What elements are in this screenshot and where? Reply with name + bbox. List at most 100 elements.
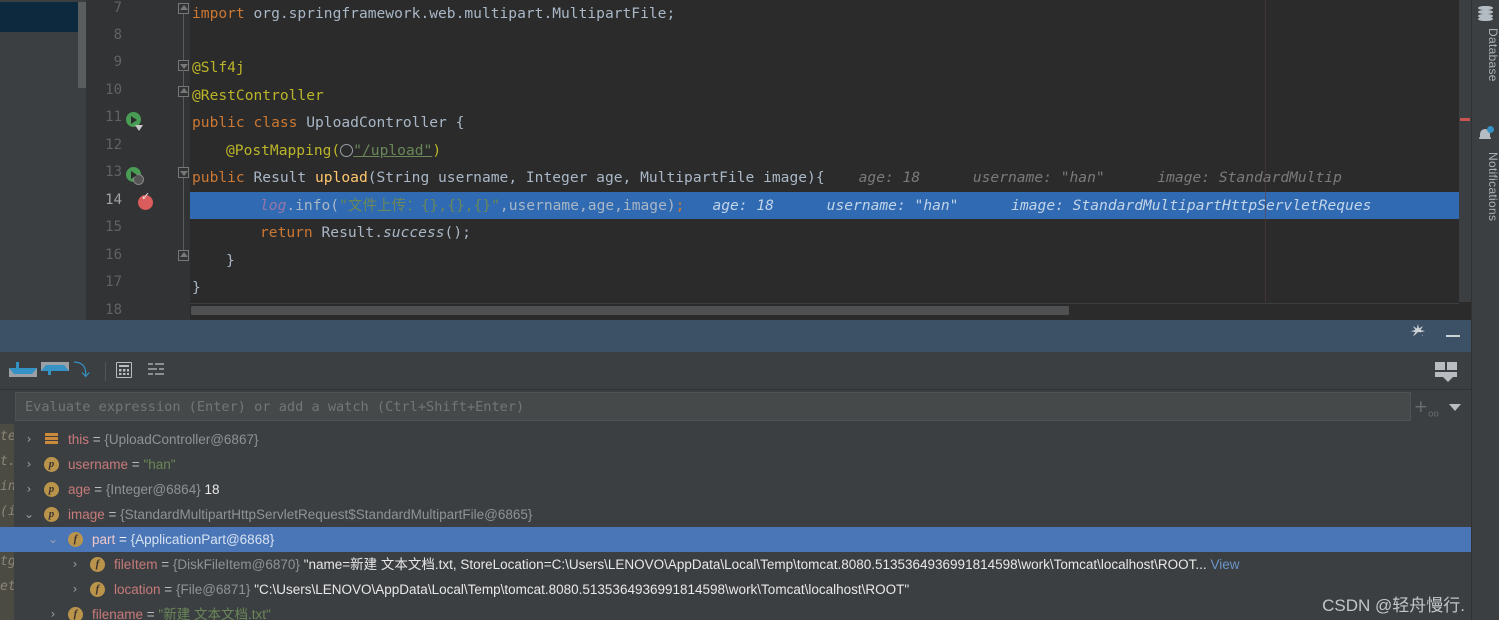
upload-path-string[interactable]: "/upload" <box>353 142 432 159</box>
equals: = <box>115 532 131 547</box>
code-line-11: public class UploadController { <box>190 109 1471 136</box>
chevron-down-icon[interactable] <box>1449 404 1461 411</box>
keyword-public: public <box>192 169 245 186</box>
add-watch-icon[interactable]: +oo <box>1414 398 1439 420</box>
line-number: 9 <box>113 54 122 70</box>
open-brace: { <box>446 114 465 131</box>
fold-cap-annotations[interactable] <box>178 86 189 97</box>
variable-value: "C:\Users\LENOVO\AppData\Local\Temp\tomc… <box>254 582 910 597</box>
equals: = <box>157 557 173 572</box>
equals: = <box>128 457 144 472</box>
breakpoint-verified-icon[interactable] <box>138 190 154 211</box>
expand-chevron[interactable]: › <box>22 477 36 502</box>
variable-name: age <box>68 482 91 497</box>
code-line-15: return Result.success(); <box>190 219 1471 246</box>
parameter-icon: p <box>44 482 59 497</box>
view-link[interactable]: View <box>1210 557 1239 572</box>
left-tool-window-sliver[interactable] <box>0 0 78 320</box>
debug-panel-header <box>0 320 1471 352</box>
annotation-slf4j: @Slf4j <box>192 59 245 76</box>
tool-tab-database[interactable]: Database <box>1472 24 1499 86</box>
line-number: 7 <box>113 0 122 16</box>
run-method-icon[interactable] <box>126 167 144 185</box>
bell-icon[interactable] <box>1478 126 1494 144</box>
variable-row-age[interactable]: › p age = {Integer@6864} 18 <box>0 477 1471 502</box>
gear-icon[interactable] <box>1410 321 1427 343</box>
inline-debug-hint-line13: age: 18 username: "han" image: StandardM… <box>858 169 1342 186</box>
code-folding-ruler[interactable] <box>178 0 190 302</box>
line-number: 16 <box>105 247 122 263</box>
editor-marker-stripe[interactable] <box>1459 0 1471 302</box>
left-tool-window-selected-row[interactable] <box>0 2 78 32</box>
field-icon: f <box>90 582 105 597</box>
fold-cap-method-start[interactable] <box>178 167 189 178</box>
code-editor[interactable]: 7 8 9 10 11 12 13 14 15 16 17 18 ✓ impor… <box>0 0 1471 320</box>
fold-cap-import[interactable] <box>178 3 189 14</box>
editor-horizontal-scrollbar-thumb[interactable] <box>191 306 1069 315</box>
expand-chevron[interactable]: › <box>46 602 60 620</box>
keyword-return: return <box>260 224 313 241</box>
right-margin-guide <box>1265 0 1266 302</box>
stack-frame-icon <box>44 432 59 447</box>
line-number-current: 14 <box>105 192 122 208</box>
collapse-chevron[interactable]: ⌄ <box>46 527 60 552</box>
code-line-7: import org.springframework.web.multipart… <box>190 0 1471 27</box>
expand-chevron[interactable]: › <box>68 552 82 577</box>
expand-chevron[interactable]: › <box>68 577 82 602</box>
variable-row-fileitem[interactable]: › f fileItem = {DiskFileItem@6870} "name… <box>0 552 1471 577</box>
log-format-string: "文件上传：{},{},{}" <box>339 197 500 214</box>
stripe-marker[interactable] <box>1460 118 1470 121</box>
force-step-into-icon[interactable]: ⤵ <box>73 362 93 382</box>
editor-horizontal-scrollbar[interactable] <box>190 303 1459 315</box>
line-number: 12 <box>105 137 122 153</box>
expand-chevron[interactable]: › <box>22 452 36 477</box>
step-out-icon[interactable] <box>41 362 69 382</box>
collapse-chevron[interactable]: ⌄ <box>22 502 36 527</box>
variable-row-part[interactable]: ⌄ f part = {ApplicationPart@6868} <box>0 527 1471 552</box>
run-class-icon[interactable] <box>126 112 143 131</box>
variable-name: username <box>68 457 129 472</box>
sort-filter-icon[interactable] <box>148 362 168 382</box>
variable-value: "name=新建 文本文档.txt, StoreLocation=C:\User… <box>303 557 1207 572</box>
minimize-icon[interactable] <box>1445 327 1461 343</box>
field-log: log <box>260 197 287 214</box>
inline-debug-hint-line14: age: 18 username: "han" image: StandardM… <box>712 197 1372 214</box>
annotation-restcontroller: @RestController <box>192 87 324 104</box>
layout-settings-icon[interactable] <box>1435 362 1457 382</box>
right-tool-window-bar: Database Notifications <box>1471 0 1499 620</box>
database-icon[interactable] <box>1478 6 1494 22</box>
variable-value: 18 <box>204 482 220 497</box>
expand-chevron[interactable]: › <box>22 427 36 452</box>
left-panel-scrollbar-thumb[interactable] <box>78 2 86 88</box>
return-type: Result <box>244 169 316 186</box>
call-info: .info( <box>286 197 340 214</box>
variable-type: {ApplicationPart@6868} <box>130 532 275 547</box>
tool-tab-notifications[interactable]: Notifications <box>1472 148 1499 225</box>
fold-cap-method-end[interactable] <box>178 250 189 261</box>
line-number: 8 <box>113 27 122 43</box>
variable-row-filename[interactable]: › f filename = "新建 文本文档.txt" <box>0 602 1471 620</box>
variable-row-username[interactable]: › p username = "han" <box>0 452 1471 477</box>
variable-type: {Integer@6864} <box>105 482 201 497</box>
code-line-10: @RestController <box>190 82 1471 109</box>
variable-type: {DiskFileItem@6870} <box>172 557 300 572</box>
calculator-icon[interactable] <box>116 362 136 382</box>
step-into-icon[interactable] <box>9 362 37 382</box>
code-line-13: public Result upload(String username, In… <box>190 164 1471 191</box>
notification-badge <box>1487 126 1494 133</box>
semicolon: ; <box>675 197 685 214</box>
variable-row-image[interactable]: ⌄ p image = {StandardMultipartHttpServle… <box>0 502 1471 527</box>
variable-type: {File@6871} <box>175 582 251 597</box>
variable-name: part <box>92 532 116 547</box>
evaluate-expression-input[interactable] <box>15 392 1411 421</box>
line-number: 11 <box>105 109 122 125</box>
variable-row-location[interactable]: › f location = {File@6871} "C:\Users\LEN… <box>0 577 1471 602</box>
variable-name: fileItem <box>114 557 158 572</box>
code-text-area[interactable]: import org.springframework.web.multipart… <box>190 0 1471 302</box>
variable-row-this[interactable]: › this = {UploadController@6867} <box>0 427 1471 452</box>
line-number: 13 <box>105 164 122 180</box>
editor-gutter[interactable]: 7 8 9 10 11 12 13 14 15 16 17 18 <box>86 0 190 320</box>
variables-tree[interactable]: tet.iin(itget › this = {UploadController… <box>0 424 1471 620</box>
web-endpoint-icon[interactable] <box>340 144 354 157</box>
